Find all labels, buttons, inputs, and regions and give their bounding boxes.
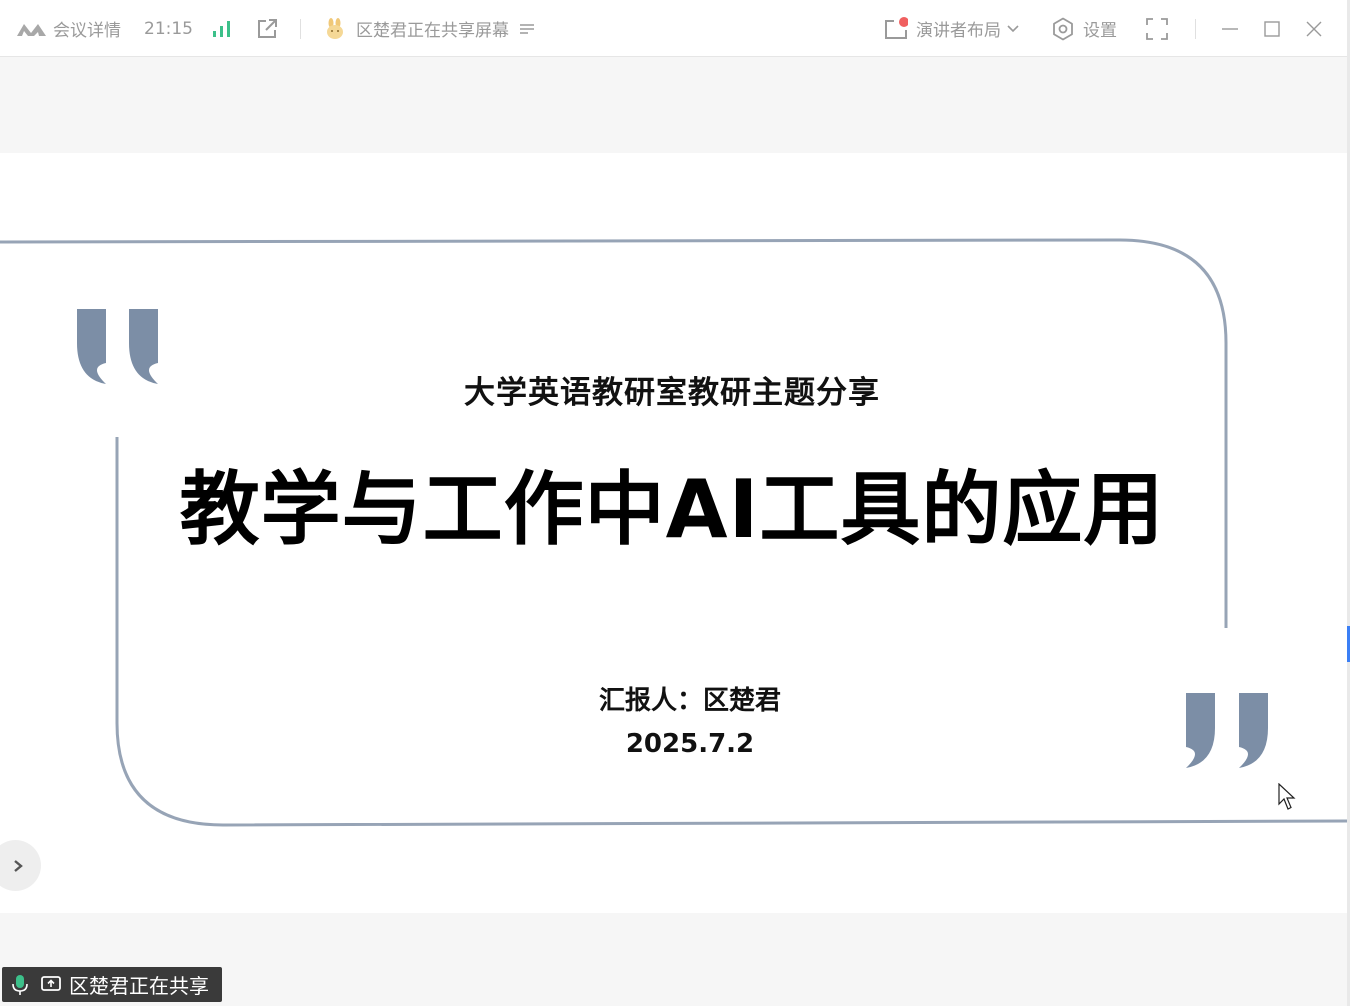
sharing-indicator-label: 区楚君正在共享 [69, 974, 209, 998]
slide-subtitle: 大学英语教研室教研主题分享 [464, 375, 880, 411]
menu-lines-icon [519, 21, 535, 37]
rabbit-avatar-icon [323, 0, 347, 57]
shared-screen-slide: 大学英语教研室教研主题分享 教学与工作中AI工具的应用 汇报人：区楚君 2025… [0, 153, 1347, 913]
meeting-window: 会议详情 21:15 区楚君正在共享屏幕 演讲者布局 设置 大学英语教研室教研主… [0, 0, 1350, 1006]
settings-label: 设置 [1083, 21, 1117, 41]
minimize-icon[interactable] [1221, 0, 1239, 57]
slide-title: 教学与工作中AI工具的应用 [179, 463, 1165, 556]
titlebar-divider [1195, 19, 1196, 39]
titlebar-divider [300, 19, 301, 39]
slide-date: 2025.7.2 [625, 729, 755, 759]
maximize-icon[interactable] [1264, 0, 1280, 57]
chevron-right-icon [13, 859, 23, 873]
title-bar: 会议详情 21:15 区楚君正在共享屏幕 演讲者布局 设置 [0, 0, 1350, 57]
meeting-details-button[interactable]: 会议详情 [53, 0, 121, 57]
gear-icon [1051, 17, 1075, 41]
screen-share-icon [41, 975, 61, 994]
fullscreen-icon[interactable] [1146, 0, 1168, 57]
close-icon[interactable] [1306, 0, 1322, 57]
tencent-meeting-logo-icon [16, 0, 47, 57]
settings-button[interactable]: 设置 [1051, 0, 1117, 57]
slide-reporter: 汇报人：区楚君 [598, 686, 781, 716]
layout-icon [884, 16, 908, 41]
microphone-icon [11, 974, 29, 996]
chevron-down-icon [1007, 24, 1019, 33]
signal-bars-icon[interactable] [212, 0, 232, 57]
speaker-layout-label: 演讲者布局 [916, 21, 1001, 41]
external-link-icon[interactable] [256, 0, 278, 57]
sharing-indicator-badge: 区楚君正在共享 [2, 967, 222, 1002]
elapsed-time: 21:15 [144, 0, 193, 57]
mouse-cursor-icon [1278, 782, 1296, 815]
sharing-status-label: 区楚君正在共享屏幕 [356, 21, 509, 41]
elapsed-time-text: 21:15 [144, 18, 193, 39]
meeting-details-label: 会议详情 [53, 21, 121, 41]
speaker-layout-button[interactable]: 演讲者布局 [884, 0, 1019, 57]
sharing-status-button[interactable]: 区楚君正在共享屏幕 [356, 0, 535, 57]
